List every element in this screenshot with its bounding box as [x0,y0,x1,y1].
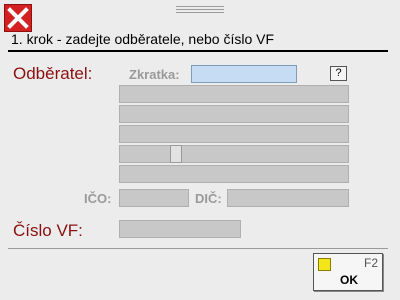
customer-country-field[interactable] [119,165,349,183]
ok-shortcut-key: F2 [363,256,378,270]
dic-field[interactable] [227,189,349,207]
close-x-icon [7,7,29,29]
close-button[interactable] [4,4,32,32]
shortcut-input[interactable] [191,65,297,83]
dialog-window: 1. krok - zadejte odběratele, nebo číslo… [0,0,400,300]
customer-name2-field[interactable] [119,105,349,123]
footer-divider [8,248,388,249]
ico-label: IČO: [84,191,112,206]
invoice-number-input[interactable] [119,220,241,238]
customer-street-field[interactable] [119,125,349,143]
shortcut-label: Zkratka: [129,67,180,82]
help-button[interactable]: ? [330,66,347,81]
drag-handle[interactable] [176,6,224,15]
field-splitter-handle[interactable] [170,145,182,163]
yellow-square-icon [318,258,331,271]
ok-button[interactable]: F2 OK [313,253,383,291]
customer-city-field[interactable] [119,145,349,163]
customer-label: Odběratel: [13,64,93,83]
ok-label: OK [340,273,358,287]
invoice-number-label: Číslo VF: [13,221,83,240]
ico-field[interactable] [119,189,189,207]
customer-name-field[interactable] [119,85,349,103]
step-title: 1. krok - zadejte odběratele, nebo číslo… [11,31,275,47]
title-divider [8,50,388,52]
dic-label: DIČ: [195,191,222,206]
